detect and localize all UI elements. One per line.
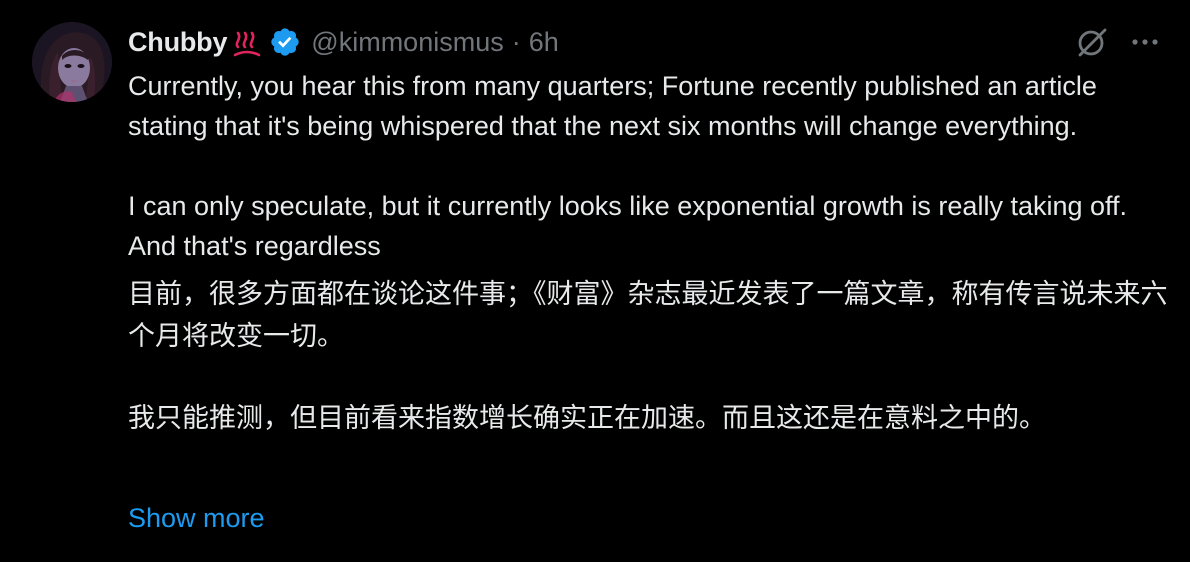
avatar[interactable] [32, 22, 112, 102]
show-more-link[interactable]: Show more [128, 498, 265, 538]
translation-block: 目前，很多方面都在谈论这件事；《财富》杂志最近发表了一篇文章，称有传言说未来六个… [128, 274, 1173, 440]
post-text-english-1: Currently, you hear this from many quart… [128, 71, 1097, 141]
post-body: Currently, you hear this from many quart… [128, 66, 1173, 440]
separator-dot: · [511, 26, 521, 57]
post-text-chinese-1: 目前，很多方面都在谈论这件事；《财富》杂志最近发表了一篇文章，称有传言说未来六个… [128, 279, 1168, 352]
tweet-card[interactable]: Chubby @kimmonismus · 6h Currently, you … [0, 0, 1190, 562]
hot-springs-icon [229, 27, 261, 57]
post-header: Chubby @kimmonismus · 6h [128, 22, 559, 62]
author-handle[interactable]: @kimmonismus [311, 27, 503, 58]
post-timestamp[interactable]: 6h [529, 27, 559, 58]
author-name[interactable]: Chubby [128, 27, 227, 58]
verified-badge-icon[interactable] [269, 26, 301, 58]
avatar-image [32, 22, 112, 102]
more-options-icon[interactable] [1128, 26, 1162, 58]
post-text-english-2: I can only speculate, but it currently l… [128, 191, 1128, 261]
grok-icon[interactable] [1074, 24, 1110, 60]
post-text-chinese-2: 我只能推测，但目前看来指数增长确实正在加速。而且这还是在意料之中的。 [128, 403, 1046, 434]
